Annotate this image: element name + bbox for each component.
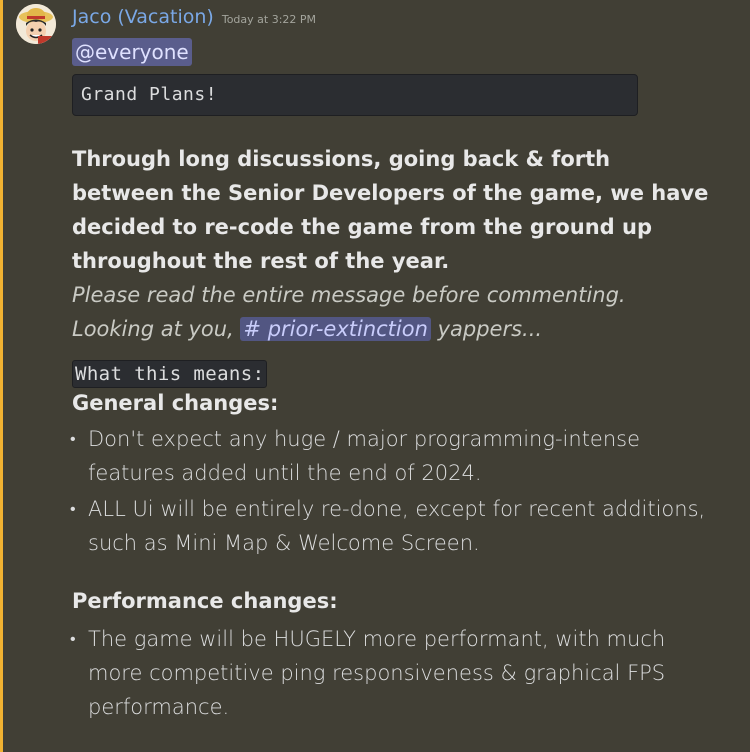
italic-prefix: Looking at you, <box>72 317 241 341</box>
channel-mention[interactable]: # prior-extinction <box>240 317 431 341</box>
mention-highlight-bar <box>0 0 3 752</box>
everyone-mention[interactable]: @everyone <box>72 38 192 66</box>
message-content: Jaco (Vacation) Today at 3:22 PM @everyo… <box>70 0 742 726</box>
performance-changes-heading: Performance changes: <box>72 589 338 613</box>
italic-line-1: Please read the entire message before co… <box>72 283 626 307</box>
italic-suffix: yappers... <box>430 317 543 341</box>
straw-hat-avatar-icon <box>16 4 56 44</box>
message-timestamp[interactable]: Today at 3:22 PM <box>222 13 316 26</box>
general-changes-heading: General changes: <box>72 391 279 415</box>
performance-changes-list: The game will be HUGELY more performant,… <box>70 622 742 724</box>
list-item: Don't expect any huge / major programmin… <box>70 422 708 490</box>
list-item: ALL Ui will be entirely re-done, except … <box>70 492 708 560</box>
list-item: The game will be HUGELY more performant,… <box>70 622 708 724</box>
user-avatar[interactable] <box>16 4 56 44</box>
announcement-paragraph: Through long discussions, going back & f… <box>72 147 709 273</box>
inline-code: What this means: <box>72 360 268 388</box>
code-block: Grand Plans! <box>72 74 638 116</box>
italic-line-2: Looking at you, # prior-extinction yappe… <box>72 312 712 346</box>
italic-note: Please read the entire message before co… <box>72 278 712 346</box>
message-header: Jaco (Vacation) Today at 3:22 PM <box>72 0 742 38</box>
general-changes-list: Don't expect any huge / major programmin… <box>70 422 742 560</box>
author-username[interactable]: Jaco (Vacation) <box>72 6 214 28</box>
